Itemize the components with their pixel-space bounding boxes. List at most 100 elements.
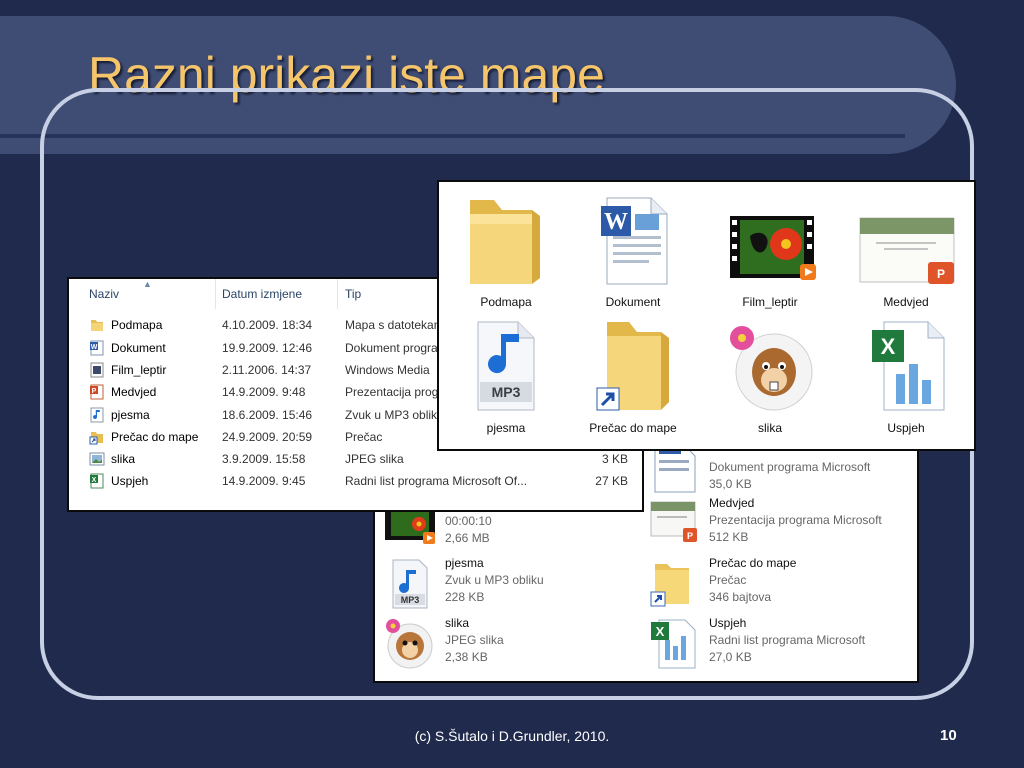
svg-text:X: X xyxy=(92,477,97,484)
excel-icon: X xyxy=(856,318,956,414)
tile-item[interactable]: MP3 pjesma Zvuk u MP3 obliku 228 KB xyxy=(383,556,643,614)
tile-size: 512 KB xyxy=(709,530,749,544)
row-name: Film_leptir xyxy=(111,363,167,377)
row-date: 14.9.2009. 9:48 xyxy=(222,385,306,399)
tile-size: 35,0 KB xyxy=(709,477,752,491)
svg-text:P: P xyxy=(937,267,945,281)
image-file-icon xyxy=(383,616,437,670)
icon-label: Podmapa xyxy=(480,295,532,309)
image-file-icon xyxy=(720,318,820,414)
tile-size: 27,0 KB xyxy=(709,650,752,664)
icon-label: Dokument xyxy=(605,295,661,309)
tile-type: Zvuk u MP3 obliku xyxy=(445,573,544,587)
row-size: 3 KB xyxy=(601,452,628,466)
video-file-icon xyxy=(383,506,437,560)
tile-type: 00:00:10 xyxy=(445,514,492,528)
row-date: 2.11.2006. 14:37 xyxy=(222,363,312,377)
row-size: 27 KB xyxy=(595,474,628,488)
table-row[interactable]: X Uspjeh 14.9.2009. 9:45 Radni list prog… xyxy=(69,471,642,493)
excel-icon: X xyxy=(89,473,105,489)
icon-item[interactable]: P Medvjed xyxy=(839,188,973,314)
sort-arrow-icon: ▲ xyxy=(143,279,152,289)
icon-item[interactable]: Podmapa xyxy=(439,188,573,314)
tile-type: Radni list programa Microsoft xyxy=(709,633,866,647)
column-header-type[interactable]: Tip xyxy=(345,287,361,301)
icon-item[interactable]: slika xyxy=(703,314,837,440)
row-date: 3.9.2009. 15:58 xyxy=(222,452,306,466)
powerpoint-icon: P xyxy=(89,384,105,400)
tile-size: 228 KB xyxy=(445,590,485,604)
row-date: 19.9.2009. 12:46 xyxy=(222,341,313,355)
tile-name: Uspjeh xyxy=(709,616,747,630)
icon-label: Uspjeh xyxy=(887,421,925,435)
tile-name: Medvjed xyxy=(709,496,755,510)
icon-item[interactable]: X Uspjeh xyxy=(839,314,973,440)
video-file-icon xyxy=(720,192,820,288)
row-date: 14.9.2009. 9:45 xyxy=(222,474,306,488)
svg-text:P: P xyxy=(92,388,97,395)
tile-type: JPEG slika xyxy=(445,633,504,647)
slide-footer: (c) S.Šutalo i D.Grundler, 2010. xyxy=(414,728,610,744)
row-name: Dokument xyxy=(111,341,166,355)
icon-label: Film_leptir xyxy=(742,295,798,309)
svg-text:X: X xyxy=(881,334,896,359)
folder-shortcut-icon xyxy=(89,429,105,445)
icon-item[interactable]: Prečac do mape xyxy=(566,314,700,440)
tile-item[interactable]: P Medvjed Prezentacija programa Microsof… xyxy=(647,496,907,554)
folder-shortcut-icon xyxy=(647,556,701,610)
row-name: slika xyxy=(111,452,136,466)
video-file-icon xyxy=(89,362,105,378)
row-name: Uspjeh xyxy=(111,474,149,488)
row-name: pjesma xyxy=(111,408,150,422)
word-document-icon: W xyxy=(583,192,683,288)
table-row[interactable]: slika 3.9.2009. 15:58 JPEG slika 3 KB xyxy=(69,449,642,471)
row-type: JPEG slika xyxy=(345,452,404,466)
folder-icon xyxy=(89,317,105,333)
row-date: 24.9.2009. 20:59 xyxy=(222,430,313,444)
row-type: Radni list programa Microsoft Of... xyxy=(345,474,528,488)
icon-item[interactable]: MP3 pjesma xyxy=(439,314,573,440)
icon-label: Medvjed xyxy=(883,295,929,309)
mp3-file-icon: MP3 xyxy=(456,318,556,414)
mp3-file-icon: MP3 xyxy=(383,556,437,610)
row-date: 18.6.2009. 15:46 xyxy=(222,408,313,422)
row-name: Medvjed xyxy=(111,385,157,399)
mp3-file-icon xyxy=(89,407,105,423)
powerpoint-icon: P xyxy=(647,496,701,550)
tile-size: 2,38 KB xyxy=(445,650,488,664)
word-document-icon: W xyxy=(89,340,105,356)
tile-item[interactable]: Prečac do mape Prečac 346 bajtova xyxy=(647,556,907,614)
column-header-name[interactable]: Naziv xyxy=(89,287,119,301)
tile-item[interactable]: X Uspjeh Radni list programa Microsoft 2… xyxy=(647,616,907,674)
tile-item[interactable]: slika JPEG slika 2,38 KB xyxy=(383,616,643,674)
svg-text:X: X xyxy=(656,624,665,639)
tile-size: 346 bajtova xyxy=(709,590,772,604)
svg-text:W: W xyxy=(91,344,98,351)
image-file-icon xyxy=(89,451,105,467)
column-header-date[interactable]: Datum izmjene xyxy=(222,287,302,301)
icon-item[interactable]: W Dokument xyxy=(566,188,700,314)
tile-type: Prečac xyxy=(709,573,747,587)
tile-name: slika xyxy=(445,616,470,630)
word-document-icon xyxy=(647,446,701,500)
icon-item[interactable]: Film_leptir xyxy=(703,188,837,314)
column-separator[interactable] xyxy=(215,279,216,309)
icon-label: Prečac do mape xyxy=(589,421,677,435)
large-icons-view-window: Podmapa W Dokument Film_leptir P Medvjed… xyxy=(437,180,976,451)
column-separator[interactable] xyxy=(337,279,338,309)
row-date: 4.10.2009. 18:34 xyxy=(222,318,313,332)
powerpoint-icon: P xyxy=(856,192,956,288)
row-name: Podmapa xyxy=(111,318,163,332)
tile-size: 2,66 MB xyxy=(445,531,490,545)
svg-text:P: P xyxy=(687,531,693,541)
tile-type: Prezentacija programa Microsoft xyxy=(709,513,882,527)
folder-icon xyxy=(456,192,556,288)
icon-label: pjesma xyxy=(486,421,526,435)
svg-text:W: W xyxy=(604,209,628,235)
mp3-badge-text: MP3 xyxy=(492,384,521,400)
row-name: Prečac do mape xyxy=(111,430,199,444)
tile-type: Dokument programa Microsoft xyxy=(709,460,871,474)
icon-label: slika xyxy=(757,421,782,435)
page-number: 10 xyxy=(940,727,957,744)
mp3-badge-text: MP3 xyxy=(401,595,420,605)
